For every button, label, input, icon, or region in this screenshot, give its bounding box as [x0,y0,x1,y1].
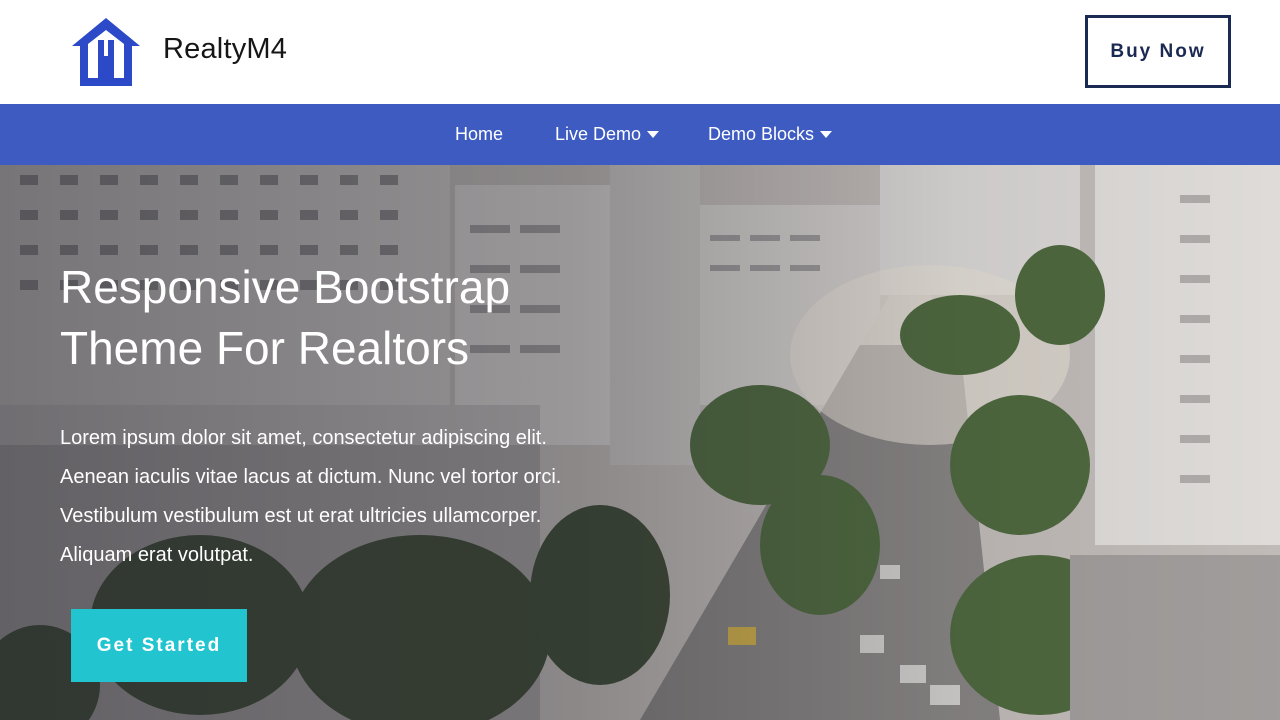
nav-item-home[interactable]: Home [455,104,503,165]
hero-text-line: Aenean iaculis vitae lacus at dictum. Nu… [60,466,562,488]
nav-item-live-demo[interactable]: Live Demo [555,104,660,165]
hero-description: Lorem ipsum dolor sit amet, consectetur … [60,419,680,575]
caret-down-icon [820,131,833,138]
site-header: RealtyM4 Buy Now [0,0,1280,104]
nav-item-label: Live Demo [555,124,642,144]
main-nav: Home Live Demo Demo Blocks [0,104,1280,165]
hero-title-line: Theme For Realtors [60,322,470,374]
nav-item-label: Home [455,124,504,144]
hero-text-line: Lorem ipsum dolor sit amet, consectetur … [60,427,547,449]
brand-name[interactable]: RealtyM4 [163,33,287,66]
get-started-button[interactable]: Get Started [71,609,247,682]
hero-text-line: Aliquam erat volutpat. [60,544,254,566]
hero-text-line: Vestibulum vestibulum est ut erat ultric… [60,505,542,527]
hero-title: Responsive Bootstrap Theme For Realtors [60,257,760,379]
caret-down-icon [647,131,660,138]
hero-title-line: Responsive Bootstrap [60,261,511,313]
buy-now-button[interactable]: Buy Now [1085,15,1231,88]
nav-item-demo-blocks[interactable]: Demo Blocks [708,104,833,165]
hero-section: Responsive Bootstrap Theme For Realtors … [0,165,1280,720]
nav-item-label: Demo Blocks [708,124,815,144]
house-icon[interactable] [70,16,142,88]
